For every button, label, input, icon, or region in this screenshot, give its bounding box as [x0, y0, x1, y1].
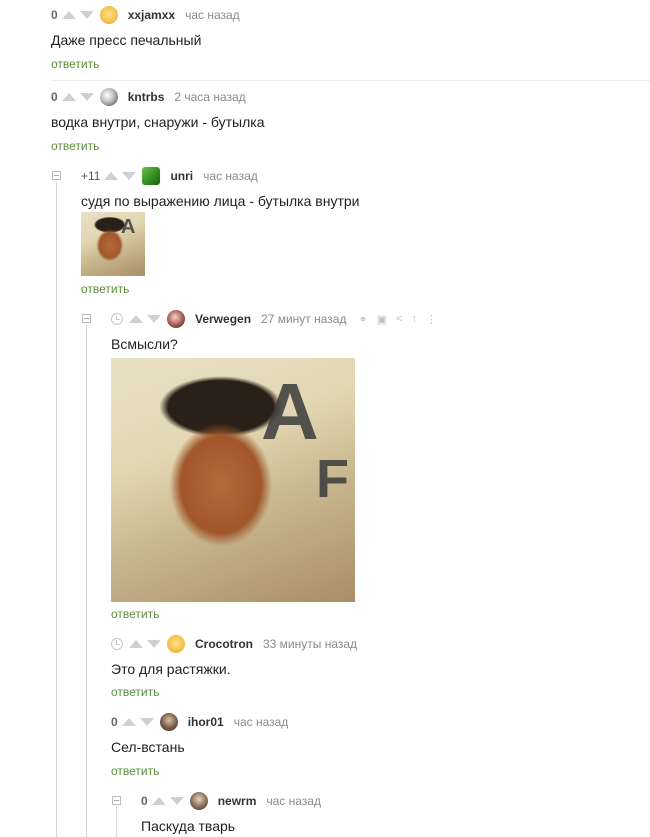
upvote-icon[interactable] — [121, 718, 136, 726]
share-icon[interactable]: < — [396, 313, 402, 325]
downvote-icon[interactable] — [139, 718, 154, 726]
comment-image[interactable]: A F — [111, 358, 355, 602]
reply-link[interactable]: ответить — [111, 685, 159, 699]
reply-link[interactable]: ответить — [51, 139, 99, 153]
clock-icon — [111, 638, 123, 650]
comment-rating: 0 — [51, 8, 58, 22]
comment-header: 0 ihor01 час назад — [111, 713, 288, 731]
upvote-icon[interactable] — [61, 11, 76, 19]
comment-text: Сел-встань — [111, 739, 185, 755]
link-icon[interactable]: ⚭ — [358, 313, 367, 326]
comment-text: Паскуда тварь — [141, 818, 236, 834]
avatar[interactable] — [142, 167, 161, 185]
comment-header: Crocotron 33 минуты назад — [111, 635, 357, 653]
comment-author[interactable]: ihor01 — [188, 715, 224, 729]
comment-text: Даже пресс печальный — [51, 32, 202, 48]
comment-time: час назад — [233, 715, 289, 729]
comment-author[interactable]: newrm — [218, 794, 257, 808]
upvote-icon[interactable] — [151, 797, 166, 805]
comment-time: час назад — [185, 8, 240, 22]
comment-rating: 0 — [141, 794, 148, 808]
avatar[interactable] — [189, 792, 208, 810]
upvote-icon[interactable] — [129, 315, 143, 323]
downvote-icon[interactable] — [79, 93, 94, 101]
comment-time: 27 минут назад — [261, 312, 347, 326]
upvote-icon[interactable] — [104, 172, 119, 180]
save-icon[interactable]: ▣ — [377, 313, 387, 326]
upvote-icon[interactable] — [61, 93, 76, 101]
comment-rating: 0 — [51, 90, 58, 104]
avatar[interactable] — [99, 88, 118, 106]
comment-author[interactable]: xxjamxx — [128, 8, 175, 22]
comment-header: Verwegen 27 минут назад ⚭ ▣ < ↑ ⋮ — [111, 310, 446, 328]
comment-header: +11 unri час назад — [81, 167, 258, 185]
comment-time: 2 часа назад — [174, 90, 246, 104]
comment-author[interactable]: unri — [170, 169, 193, 183]
comment-header: 0 xxjamxx час назад — [51, 6, 240, 24]
downvote-icon[interactable] — [169, 797, 184, 805]
thread-line[interactable] — [56, 182, 57, 837]
upvote-icon[interactable] — [129, 640, 143, 648]
reply-link[interactable]: ответить — [51, 57, 99, 71]
comment-rating: 0 — [111, 715, 118, 729]
comment-author[interactable]: Crocotron — [195, 637, 253, 651]
clock-icon — [111, 313, 123, 325]
avatar[interactable] — [99, 6, 118, 24]
avatar[interactable] — [167, 310, 185, 328]
downvote-icon[interactable] — [147, 315, 161, 323]
downvote-icon[interactable] — [147, 640, 161, 648]
comment-author[interactable]: Verwegen — [195, 312, 251, 326]
divider — [51, 80, 650, 81]
thread-line[interactable] — [86, 325, 87, 837]
comment-time: час назад — [203, 169, 258, 183]
comment-text: водка внутри, снаружи - бутылка — [51, 114, 265, 130]
arrow-up-icon[interactable]: ↑ — [412, 313, 418, 325]
reply-link[interactable]: ответить — [111, 764, 159, 778]
reply-link[interactable]: ответить — [111, 607, 159, 621]
comment-rating: +11 — [81, 169, 101, 183]
downvote-icon[interactable] — [122, 172, 137, 180]
comment-text: судя по выражению лица - бутылка внутри — [81, 193, 360, 209]
collapse-thread-icon[interactable] — [52, 171, 61, 180]
comment-text: Это для растяжки. — [111, 661, 231, 677]
comment-time: 33 минуты назад — [263, 637, 358, 651]
comment-header: 0 newrm час назад — [141, 792, 321, 810]
comment-time: час назад — [266, 794, 321, 808]
comment-author[interactable]: kntrbs — [128, 90, 165, 104]
thread-line[interactable] — [116, 806, 117, 837]
collapse-thread-icon[interactable] — [82, 314, 91, 323]
downvote-icon[interactable] — [79, 11, 94, 19]
comment-image-thumbnail[interactable]: A — [81, 212, 145, 276]
reply-link[interactable]: ответить — [81, 282, 129, 296]
collapse-thread-icon[interactable] — [112, 796, 121, 805]
avatar[interactable] — [167, 635, 185, 653]
comment-tools: ⚭ ▣ < ↑ ⋮ — [358, 313, 446, 326]
comment-text: Всмысли? — [111, 336, 178, 352]
comment-header: 0 kntrbs 2 часа назад — [51, 88, 246, 106]
more-icon[interactable]: ⋮ — [426, 313, 437, 326]
avatar[interactable] — [159, 713, 178, 731]
